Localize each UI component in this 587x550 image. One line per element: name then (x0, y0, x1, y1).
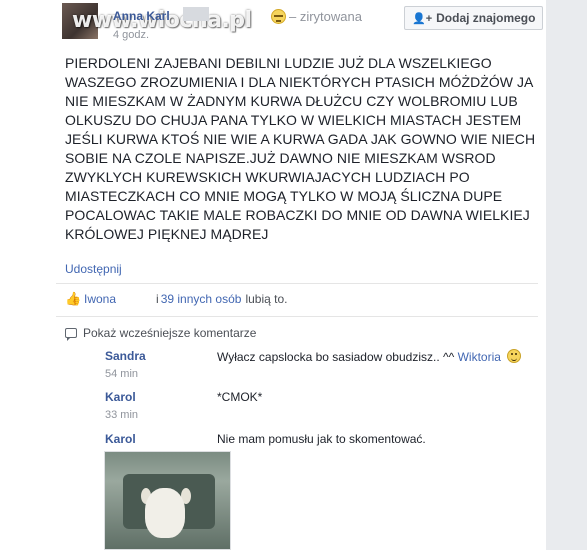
post-line: JEŚLI KURWA KTOŚ NIE WIE A KURWA GADA JA… (65, 131, 536, 147)
commenter-avatar[interactable] (60, 387, 96, 423)
post-body: PIERDOLENI ZAJEBANI DEBILNI LUDZIE JUŻ D… (65, 54, 540, 244)
share-link[interactable]: Udostępnij (65, 262, 122, 276)
name-redaction (137, 429, 217, 445)
comment-text: Wyłacz capslocka bo sasiadow obudzisz.. … (217, 349, 522, 364)
add-friend-button[interactable]: 👤+ Dodaj znajomego (404, 6, 544, 30)
liker-name[interactable]: Iwona (84, 292, 116, 306)
post-card: www.wiocha.pl Anna Karl 4 godz. – ziryto… (0, 0, 546, 550)
feeling-label: – zirytowana (289, 9, 362, 24)
post-line: NIE MIESZKAM W ŻADNYM KURWA DŁUŻCU CZY W… (65, 93, 518, 109)
commenter-name[interactable]: Karol (105, 432, 136, 446)
comment-body: Wyłacz capslocka bo sasiadow obudzisz.. … (217, 350, 455, 364)
post-line: WASZEGO ZROZUMIENIA I DLA NIEKTÓRYCH PTA… (65, 74, 534, 90)
post-line: POCALOWAC TAKIE MALE ROBACZKI DO MNIE OD… (65, 207, 530, 223)
name-redaction (137, 387, 217, 403)
post-line: SOBIE NA CZOLE NAPISZE.JUŻ DAWNO NIE MIE… (65, 150, 496, 166)
liker-redaction (116, 292, 155, 306)
author-name-redaction (183, 7, 209, 21)
author-name[interactable]: Anna Karl (113, 9, 170, 23)
thumbs-up-icon: 👍 (65, 291, 82, 306)
add-friend-label: Dodaj znajomego (436, 11, 536, 25)
commenter-name[interactable]: Karol (105, 390, 136, 404)
commenter-avatar[interactable] (60, 346, 96, 382)
annoyed-emoji-icon (271, 9, 286, 24)
comment-time[interactable]: 54 min (105, 368, 138, 380)
likes-summary: 👍 Iwona i 39 innych osób lubią to. (65, 292, 287, 306)
add-friend-icon: 👤+ (412, 12, 433, 25)
other-likers-link[interactable]: 39 innych osób (161, 292, 242, 306)
post-line: PIERDOLENI ZAJEBANI DEBILNI LUDZIE JUŻ D… (65, 55, 492, 71)
dog-figure (145, 488, 185, 538)
smile-emoji-icon (507, 349, 522, 363)
show-more-comments[interactable]: Pokaż wcześniejsze komentarze (65, 326, 257, 341)
commenter-avatar[interactable] (60, 429, 96, 465)
likes-suffix: lubią to. (245, 292, 288, 306)
post-line: MIASTECZKACH CO MNIE MOGĄ TYLKO W MOJĄ Ś… (65, 188, 503, 204)
likes-separator: i (156, 292, 159, 306)
divider (56, 316, 538, 317)
feeling-status: – zirytowana (271, 9, 362, 24)
post-timestamp[interactable]: 4 godz. (113, 29, 149, 41)
post-line: ZWYKLYCH KUREWSKICH WKURWIAJACYCH LUDZIA… (65, 169, 470, 185)
post-line: KRÓLOWEJ PIĘKNEJ MĄDREJ (65, 226, 269, 242)
name-redaction (154, 347, 214, 363)
post-line: OLKUSZU DO CHUJA PANA TYLKO W WIELKICH M… (65, 112, 522, 128)
comment-body: *CMOK* (217, 390, 263, 404)
show-more-comments-label: Pokaż wcześniejsze komentarze (83, 326, 257, 340)
comment-attachment-photo[interactable] (104, 451, 231, 550)
commenter-name[interactable]: Sandra (105, 349, 146, 363)
comment-body: Nie mam pomusłu jak to skomentować. (217, 432, 426, 446)
divider (56, 283, 538, 284)
comment-time[interactable]: 33 min (105, 409, 138, 421)
tagged-user[interactable]: Wiktoria (458, 350, 501, 364)
page-gutter (546, 0, 587, 550)
comment-bubble-icon (65, 328, 77, 341)
